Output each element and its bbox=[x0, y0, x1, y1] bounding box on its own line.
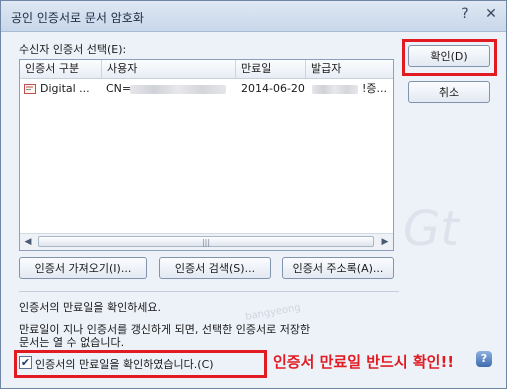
table-row[interactable]: Digital ... CN= 2014-06-20 !증... bbox=[20, 80, 393, 98]
cert-type-cell: Digital ... bbox=[40, 82, 90, 95]
column-header-issuer[interactable]: 발급자 bbox=[306, 60, 393, 78]
cancel-button[interactable]: 취소 bbox=[408, 81, 490, 103]
import-certificate-button[interactable]: 인증서 가져오기(I)... bbox=[19, 257, 147, 279]
list-header: 인증서 구분 사용자 만료일 발급자 bbox=[20, 60, 393, 79]
column-header-user[interactable]: 사용자 bbox=[102, 60, 236, 78]
title-bar: 공인 인증서로 문서 암호화 ? ✕ bbox=[1, 1, 506, 32]
window-title: 공인 인증서로 문서 암호화 bbox=[11, 11, 144, 25]
watermark-logo: Gt bbox=[403, 201, 460, 257]
cert-issuer-cell: !증... bbox=[362, 82, 388, 95]
info-line-1: 인증서의 만료일을 확인하세요. bbox=[19, 301, 162, 314]
certificate-addressbook-button[interactable]: 인증서 주소록(A)... bbox=[282, 257, 394, 279]
close-icon[interactable]: ✕ bbox=[482, 5, 500, 23]
redacted-issuer bbox=[312, 80, 360, 98]
scroll-thumb[interactable]: ||| bbox=[38, 236, 374, 247]
column-header-expiry[interactable]: 만료일 bbox=[236, 60, 306, 78]
info-line-3: 문서는 열 수 없습니다. bbox=[19, 336, 125, 349]
help-icon[interactable]: ? bbox=[456, 5, 474, 23]
section-divider bbox=[19, 291, 399, 292]
column-header-type[interactable]: 인증서 구분 bbox=[20, 60, 102, 78]
search-certificate-button[interactable]: 인증서 검색(S)... bbox=[159, 257, 271, 279]
cert-expiry-cell: 2014-06-20 bbox=[241, 82, 305, 95]
redacted-user bbox=[130, 80, 230, 98]
annotation-note: 인증서 만료일 반드시 확인!! bbox=[273, 353, 455, 371]
checkbox-highlight-box bbox=[14, 350, 267, 378]
watermark-text: bangyeong bbox=[244, 302, 302, 323]
certificate-list[interactable]: 인증서 구분 사용자 만료일 발급자 Digital ... CN= 2014-… bbox=[19, 59, 394, 251]
cert-user-cell: CN= bbox=[106, 82, 130, 95]
help-button-icon[interactable]: ? bbox=[476, 351, 492, 367]
dialog-window: 공인 인증서로 문서 암호화 ? ✕ Gt bangyeong 수신자 인증서 … bbox=[0, 0, 507, 389]
ok-highlight-box bbox=[402, 39, 497, 76]
scroll-left-icon[interactable]: ◀ bbox=[20, 234, 36, 250]
scroll-right-icon[interactable]: ▶ bbox=[377, 234, 393, 250]
horizontal-scrollbar[interactable]: ◀ ||| ▶ bbox=[20, 233, 393, 250]
certificate-icon bbox=[24, 80, 36, 98]
recipient-label: 수신자 인증서 선택(E): bbox=[19, 43, 127, 56]
